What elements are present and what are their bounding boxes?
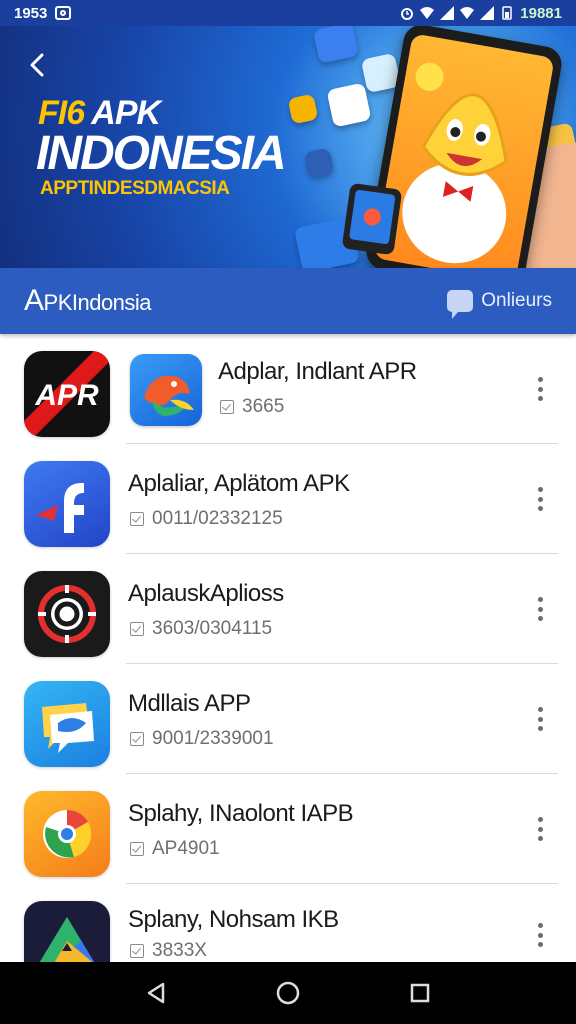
mascot-screen (373, 33, 555, 268)
alarm-icon (401, 8, 414, 20)
checkbox-icon (130, 512, 144, 526)
more-options-button[interactable] (530, 814, 550, 844)
nav-home-button[interactable] (268, 973, 308, 1013)
signal-icon (440, 6, 455, 20)
more-options-button[interactable] (530, 484, 550, 514)
triangle-back-icon (147, 982, 165, 1004)
app-meta: 3665 (220, 396, 284, 418)
back-button[interactable] (22, 50, 52, 80)
checkbox-icon (130, 842, 144, 856)
app-bar-title-initial: A (24, 284, 44, 317)
app-bar: APKIndonsia Onlieurs (0, 268, 576, 334)
more-options-button[interactable] (530, 594, 550, 624)
app-bar-action-label: Onlieurs (481, 290, 552, 311)
app-title: Mdllais APP (128, 690, 251, 717)
more-options-button[interactable] (530, 704, 550, 734)
chat-icon (447, 290, 474, 319)
chevron-left-icon (30, 53, 44, 77)
wifi-icon-2 (460, 7, 475, 19)
status-time: 1953 (14, 4, 48, 22)
app-meta: AP4901 (130, 838, 220, 860)
system-navigation-bar (0, 962, 576, 1024)
status-bar: 1953 19881 (0, 0, 576, 26)
signal-icon-2 (480, 6, 495, 20)
circle-home-icon (276, 981, 300, 1005)
checkbox-icon (130, 622, 144, 636)
app-meta-value: AP4901 (152, 838, 220, 859)
checkbox-icon (130, 732, 144, 746)
wifi-icon (420, 7, 435, 19)
f-letter-icon (24, 461, 110, 547)
app-meta: 0011/02332125 (130, 508, 283, 530)
mascot-illustration (402, 62, 508, 264)
list-item[interactable]: Splany, Nohsam IKB 3833X (0, 884, 576, 962)
apr-icon: APR (24, 351, 110, 437)
more-options-button[interactable] (530, 920, 550, 950)
app-meta-value: 3833X (152, 940, 207, 961)
camera-notification-icon (55, 6, 72, 20)
app-title: Aplaliar, Aplätom APK (128, 470, 350, 497)
bird-app-icon (130, 354, 202, 426)
app-title: AplauskAplioss (128, 580, 284, 607)
svg-text:APR: APR (34, 379, 99, 412)
checkbox-icon (130, 944, 144, 958)
app-meta: 9001/2339001 (130, 728, 274, 750)
drive-like-icon (24, 901, 110, 962)
list-item[interactable]: AplauskAplioss 3603/0304115 (0, 554, 576, 664)
hero-title-line2: INDONESIA (36, 127, 287, 180)
list-item[interactable]: APR Adplar, Indlant APR 3665 (0, 334, 576, 444)
app-title: Splany, Nohsam IKB (128, 906, 339, 933)
nav-recents-button[interactable] (400, 973, 440, 1013)
floating-app-icon (326, 82, 372, 128)
square-recents-icon (410, 983, 430, 1003)
hero-subtitle: APPTINDESDMACSIA (40, 178, 230, 199)
chat-bubble-icon (24, 681, 110, 767)
app-bar-title-rest: PKIndonsia (43, 290, 152, 315)
list-item[interactable]: Aplaliar, Aplätom APK 0011/02332125 (0, 444, 576, 554)
app-meta: 3833X (130, 940, 207, 962)
app-meta-value: 0011/02332125 (152, 508, 283, 529)
app-title: Adplar, Indlant APR (218, 358, 417, 385)
small-phone-illustration (341, 182, 403, 256)
hero-banner: FI6 APK INDONESIA APPTINDESDMACSIA (0, 26, 576, 268)
list-item[interactable]: Mdllais APP 9001/2339001 (0, 664, 576, 774)
app-meta: 3603/0304115 (130, 618, 272, 640)
list-item[interactable]: Splahy, INaolont IAPB AP4901 (0, 774, 576, 884)
target-icon (24, 571, 110, 657)
app-meta-value: 3603/0304115 (152, 618, 273, 639)
nav-back-button[interactable] (136, 973, 176, 1013)
app-bar-title: APKIndonsia (24, 284, 152, 318)
status-time-right: 19881 (520, 4, 562, 22)
more-options-button[interactable] (530, 374, 550, 404)
checkbox-icon (220, 400, 234, 414)
battery-icon (502, 6, 513, 20)
app-title: Splahy, INaolont IAPB (128, 800, 354, 827)
app-bar-action-button[interactable]: Onlieurs (447, 290, 552, 319)
app-meta-value: 9001/2339001 (152, 728, 274, 749)
app-meta-value: 3665 (242, 396, 285, 417)
app-list: APR Adplar, Indlant APR 3665 Aplaliar, A… (0, 334, 576, 962)
chrome-like-icon (24, 791, 110, 877)
